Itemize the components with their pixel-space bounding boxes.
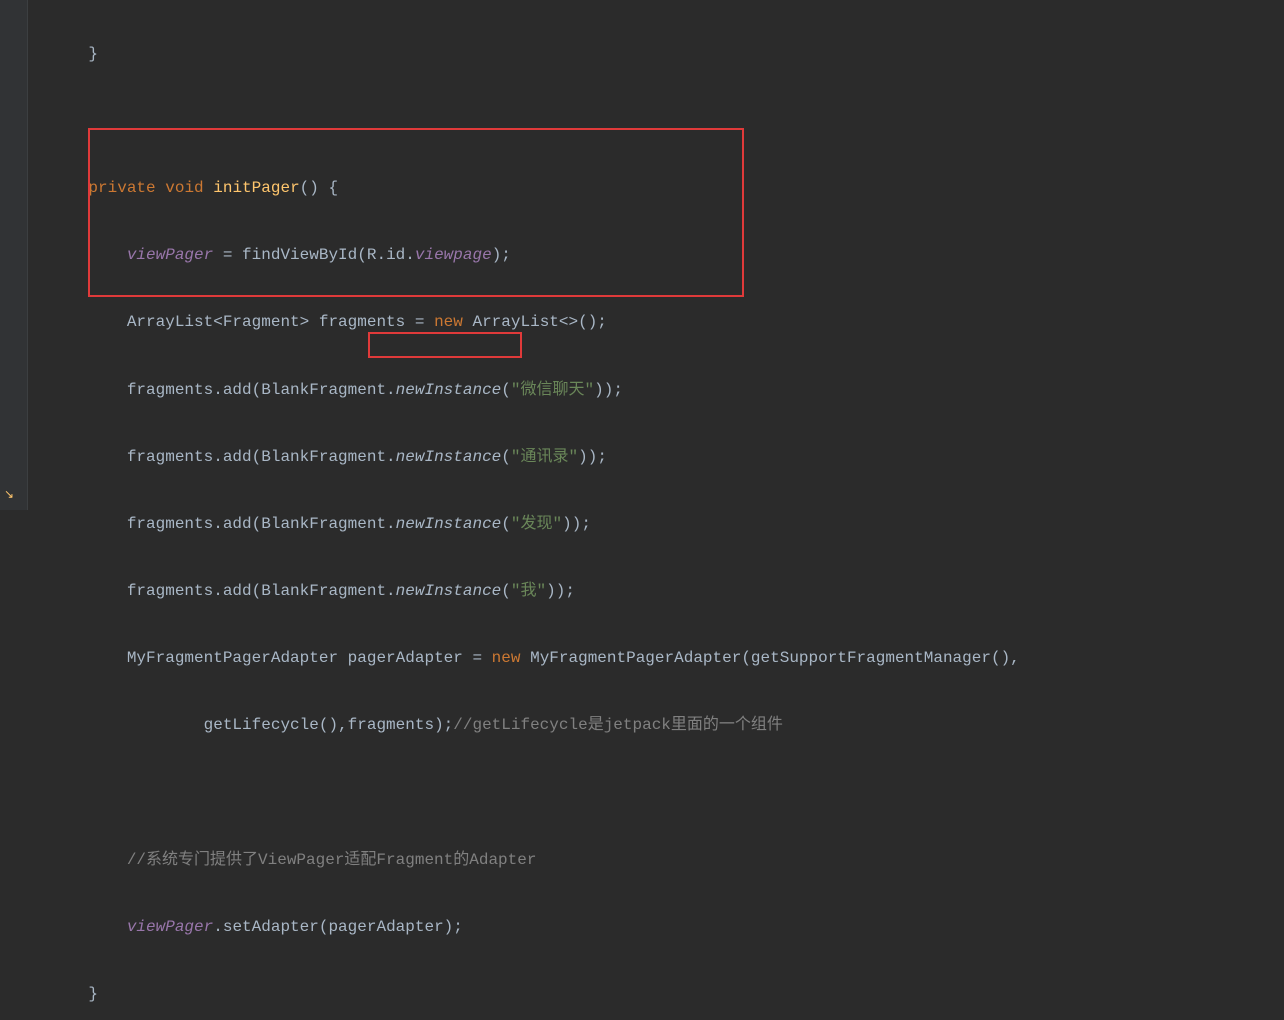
code-line: viewPager.setAdapter(pagerAdapter); [50, 911, 1284, 945]
code-line [50, 777, 1284, 811]
code-line: fragments.add(BlankFragment.newInstance(… [50, 575, 1284, 609]
code-line: fragments.add(BlankFragment.newInstance(… [50, 374, 1284, 408]
code-line: getLifecycle(),fragments);//getLifecycle… [50, 709, 1284, 743]
code-line: ArrayList<Fragment> fragments = new Arra… [50, 306, 1284, 340]
scroll-indicator-icon: ↘ [0, 483, 14, 508]
code-line: fragments.add(BlankFragment.newInstance(… [50, 508, 1284, 542]
editor-gutter [0, 0, 28, 510]
code-line: //系统专门提供了ViewPager适配Fragment的Adapter [50, 844, 1284, 878]
code-line: MyFragmentPagerAdapter pagerAdapter = ne… [50, 642, 1284, 676]
code-line: private void initPager() { [50, 172, 1284, 206]
code-line: fragments.add(BlankFragment.newInstance(… [50, 441, 1284, 475]
code-editor[interactable]: } private void initPager() { viewPager =… [28, 0, 1284, 510]
code-line [50, 105, 1284, 139]
code-line: } [50, 978, 1284, 1012]
code-line: viewPager = findViewById(R.id.viewpage); [50, 239, 1284, 273]
code-line: } [50, 38, 1284, 72]
